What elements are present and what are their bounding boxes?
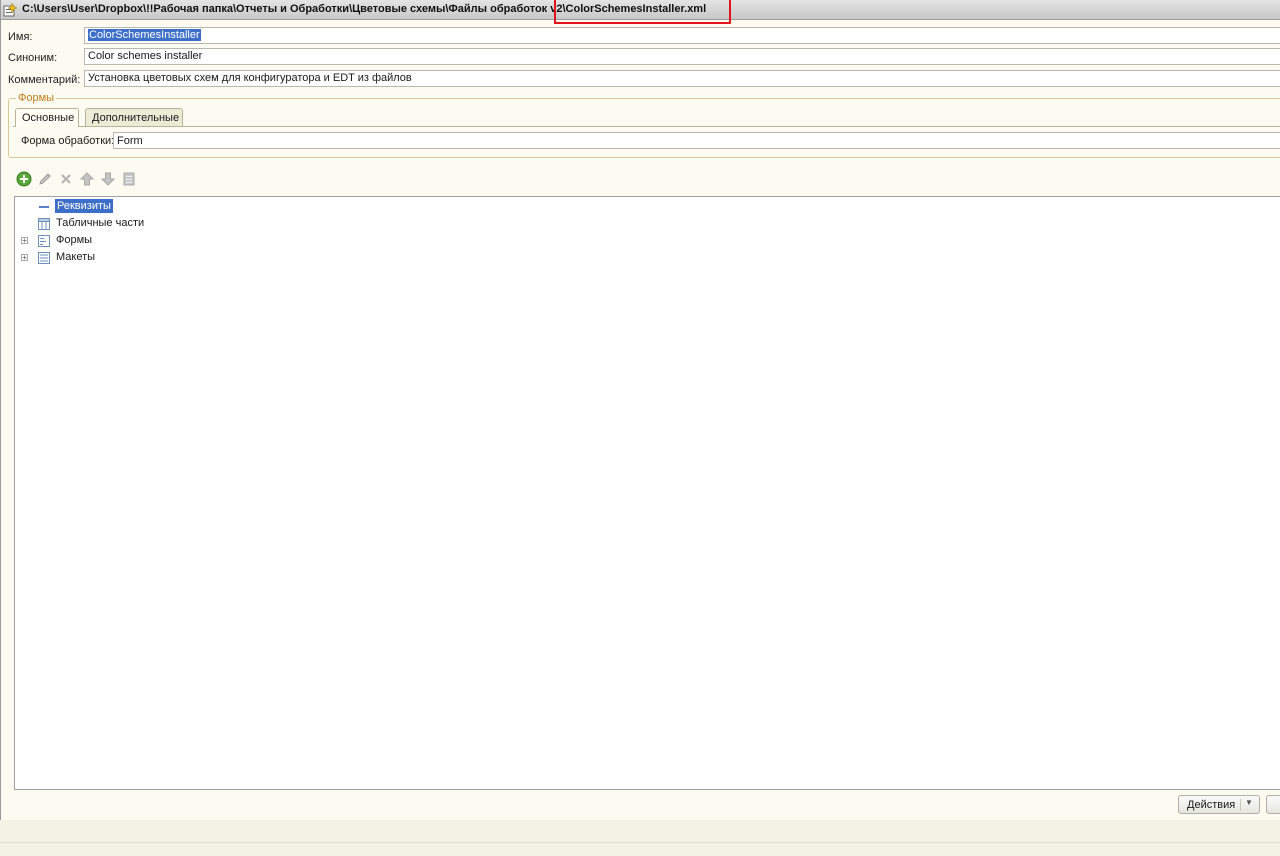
processing-form-label: Форма обработки: [21,135,115,147]
delete-icon[interactable] [58,171,74,187]
actions-button[interactable]: Действия ▼ [1178,795,1260,814]
name-label: Имя: [8,31,33,43]
tree-item-label: Формы [56,234,93,246]
synonym-label: Синоним: [8,52,58,64]
template-icon [38,252,50,264]
chevron-down-icon: ▼ [1245,798,1253,807]
title-bar: C:\Users\User\Dropbox\!!Рабочая папка\От… [1,0,1280,24]
table-icon [38,218,50,230]
tree-item-label: Реквизиты [55,199,113,213]
form-icon [38,235,50,247]
move-up-icon[interactable] [79,171,95,187]
edit-icon[interactable] [37,171,53,187]
actions-separator [1240,799,1241,811]
list-icon[interactable] [121,171,137,187]
name-field[interactable]: ColorSchemesInstaller [84,27,1280,44]
highlight-frame [554,0,731,24]
expand-icon[interactable]: + [21,237,28,245]
comment-label: Комментарий: [8,74,81,86]
attribute-icon [39,206,49,208]
expand-icon[interactable]: + [21,254,28,262]
processing-editor-window: C:\Users\User\Dropbox\!!Рабочая папка\От… [0,0,1280,820]
name-value: ColorSchemesInstaller [88,29,201,41]
comment-field[interactable]: Установка цветовых схем для конфигуратор… [84,70,1280,87]
synonym-field[interactable]: Color schemes installer [84,48,1280,65]
tab-additional[interactable]: Дополнительные [85,108,183,126]
move-down-icon[interactable] [100,171,116,187]
add-icon[interactable] [16,171,32,187]
actions-button-label: Действия [1187,799,1236,811]
more-button[interactable] [1266,795,1280,814]
forms-group-legend: Формы [16,92,57,104]
tree-item-label: Макеты [56,251,96,263]
structure-tree[interactable]: Реквизиты Табличные части + Формы + Маке… [14,196,1280,790]
processing-form-field[interactable]: Form [113,132,1280,149]
status-divider [0,842,1280,843]
tab-basic[interactable]: Основные [15,108,79,127]
tree-item-label: Табличные части [56,217,145,229]
status-bar [0,820,1280,856]
processing-icon [3,3,17,17]
